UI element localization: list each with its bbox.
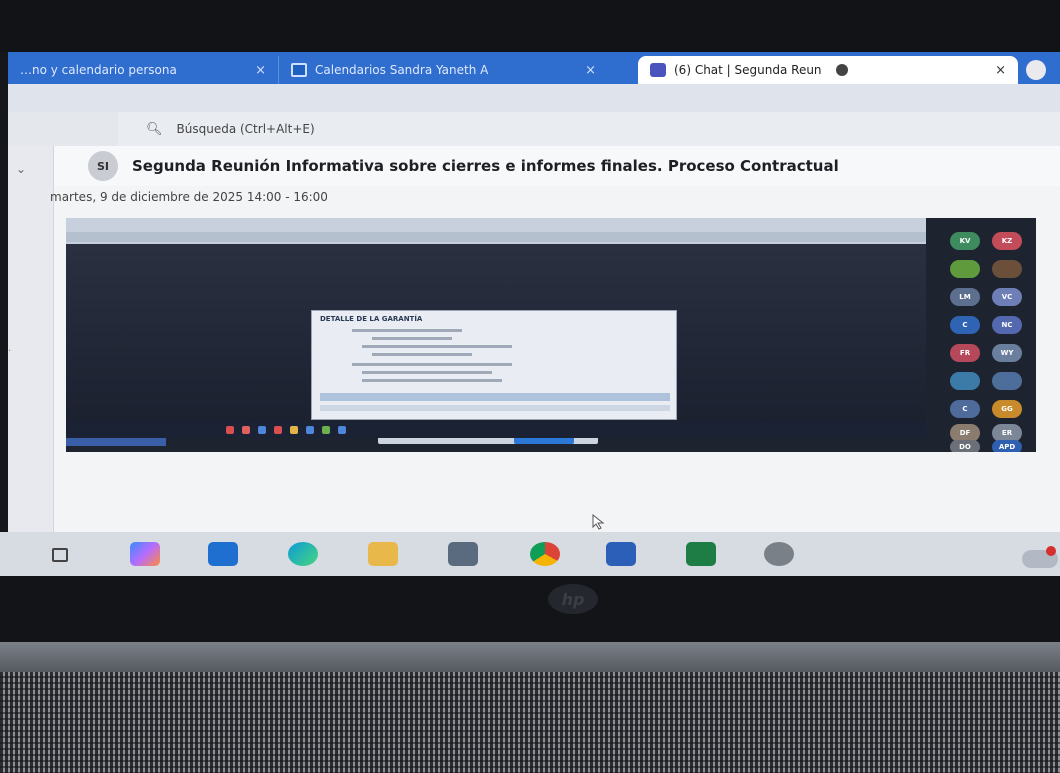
copilot-icon[interactable] bbox=[130, 542, 160, 566]
outlook-icon[interactable] bbox=[208, 542, 238, 566]
word-icon[interactable] bbox=[606, 542, 636, 566]
shared-task-icon bbox=[338, 426, 346, 434]
shared-table-row bbox=[320, 405, 670, 411]
participant-tile[interactable] bbox=[992, 260, 1022, 278]
shared-task-icon bbox=[274, 426, 282, 434]
participant-tile[interactable]: NC bbox=[992, 316, 1022, 334]
tab-calendar-sandra[interactable]: Calendarios Sandra Yaneth A × bbox=[278, 56, 608, 84]
shared-stage: DETALLE DE LA GARANTÍA bbox=[66, 244, 926, 444]
browser-toolbar bbox=[8, 84, 1060, 112]
meeting-header: SI Segunda Reunión Informativa sobre cie… bbox=[54, 146, 1060, 186]
search-input[interactable]: Búsqueda (Ctrl+Alt+E) bbox=[177, 122, 315, 136]
app-icon[interactable] bbox=[764, 542, 794, 566]
laptop-bezel-top bbox=[0, 0, 1060, 52]
laptop-bezel-left bbox=[0, 52, 8, 572]
laptop-hinge bbox=[0, 642, 1060, 672]
tab-calendar-personal[interactable]: …no y calendario persona × bbox=[8, 56, 278, 84]
shared-screen: DETALLE DE LA GARANTÍA KV KZ LM VC C NC … bbox=[66, 218, 1036, 452]
search-icon: 🔍︎ bbox=[146, 121, 163, 137]
file-explorer-icon[interactable] bbox=[368, 542, 398, 566]
tab-label: (6) Chat | Segunda Reun bbox=[674, 63, 822, 77]
shared-line bbox=[352, 329, 462, 332]
shared-taskbar bbox=[66, 422, 926, 438]
meeting-datetime: martes, 9 de diciembre de 2025 14:00 - 1… bbox=[50, 190, 328, 204]
shared-line bbox=[362, 379, 502, 382]
notification-badge bbox=[1046, 546, 1056, 556]
participant-tile[interactable]: WY bbox=[992, 344, 1022, 362]
shared-dialog: DETALLE DE LA GARANTÍA bbox=[311, 310, 677, 420]
hp-logo-icon: hp bbox=[548, 584, 598, 614]
participant-tile[interactable]: KV bbox=[950, 232, 980, 250]
shared-line bbox=[362, 345, 512, 348]
participant-tile[interactable]: DO bbox=[950, 440, 980, 452]
shared-task-icon bbox=[322, 426, 330, 434]
participant-tile[interactable]: LM bbox=[950, 288, 980, 306]
audio-playing-icon[interactable] bbox=[835, 64, 848, 76]
meeting-avatar: SI bbox=[88, 151, 118, 181]
excel-icon[interactable] bbox=[686, 542, 716, 566]
cursor-icon bbox=[592, 514, 605, 530]
close-icon[interactable]: × bbox=[995, 63, 1006, 78]
participant-tile[interactable] bbox=[950, 372, 980, 390]
close-icon[interactable]: × bbox=[255, 63, 266, 78]
rail-marker: · bbox=[8, 346, 12, 357]
browser-tab-strip: …no y calendario persona × Calendarios S… bbox=[8, 52, 1060, 84]
participant-tile[interactable] bbox=[950, 260, 980, 278]
meeting-title: Segunda Reunión Informativa sobre cierre… bbox=[132, 157, 839, 175]
participant-gallery: KV KZ LM VC C NC FR WY C GG DF ER DO APD bbox=[932, 224, 1036, 452]
shared-task-icon bbox=[306, 426, 314, 434]
tab-teams-chat[interactable]: (6) Chat | Segunda Reun × bbox=[638, 56, 1018, 84]
participant-tile[interactable]: KZ bbox=[992, 232, 1022, 250]
shared-line bbox=[372, 353, 472, 356]
teams-icon bbox=[650, 63, 666, 77]
tab-label: …no y calendario persona bbox=[20, 63, 177, 77]
laptop-chin bbox=[0, 576, 1060, 642]
laptop-screen: …no y calendario persona × Calendarios S… bbox=[8, 52, 1060, 572]
teams-search-bar[interactable]: 🔍︎ Búsqueda (Ctrl+Alt+E) bbox=[118, 112, 1060, 146]
participant-tile[interactable]: C bbox=[950, 316, 980, 334]
tab-label: Calendarios Sandra Yaneth A bbox=[315, 63, 489, 77]
shared-task-icon bbox=[226, 426, 234, 434]
laptop-keyboard-rows bbox=[0, 672, 1060, 773]
teams-left-rail: ⌄ · bbox=[8, 146, 54, 566]
participant-tile[interactable]: GG bbox=[992, 400, 1022, 418]
calendar-icon bbox=[291, 63, 307, 77]
participant-tile[interactable]: FR bbox=[950, 344, 980, 362]
close-icon[interactable]: × bbox=[585, 63, 596, 78]
new-tab-icon[interactable] bbox=[1026, 60, 1046, 80]
store-icon[interactable] bbox=[448, 542, 478, 566]
shared-line bbox=[362, 371, 492, 374]
task-view-icon[interactable] bbox=[52, 548, 68, 562]
teams-title-left bbox=[8, 112, 118, 146]
shared-line bbox=[372, 337, 452, 340]
edge-icon[interactable] bbox=[288, 542, 318, 566]
shared-task-icon bbox=[258, 426, 266, 434]
participant-tile[interactable]: C bbox=[950, 400, 980, 418]
shared-line bbox=[352, 363, 512, 366]
shared-start-strip bbox=[66, 438, 166, 446]
shared-task-icon bbox=[290, 426, 298, 434]
participant-tile[interactable]: VC bbox=[992, 288, 1022, 306]
participant-tile[interactable]: APD bbox=[992, 440, 1022, 452]
shared-table-header bbox=[320, 393, 670, 401]
shared-address-bar bbox=[66, 232, 926, 242]
shared-task-icon bbox=[242, 426, 250, 434]
chevron-down-icon[interactable]: ⌄ bbox=[16, 162, 26, 176]
shared-dialog-title: DETALLE DE LA GARANTÍA bbox=[320, 315, 423, 323]
participant-tile[interactable] bbox=[992, 372, 1022, 390]
chrome-icon[interactable] bbox=[530, 542, 560, 566]
